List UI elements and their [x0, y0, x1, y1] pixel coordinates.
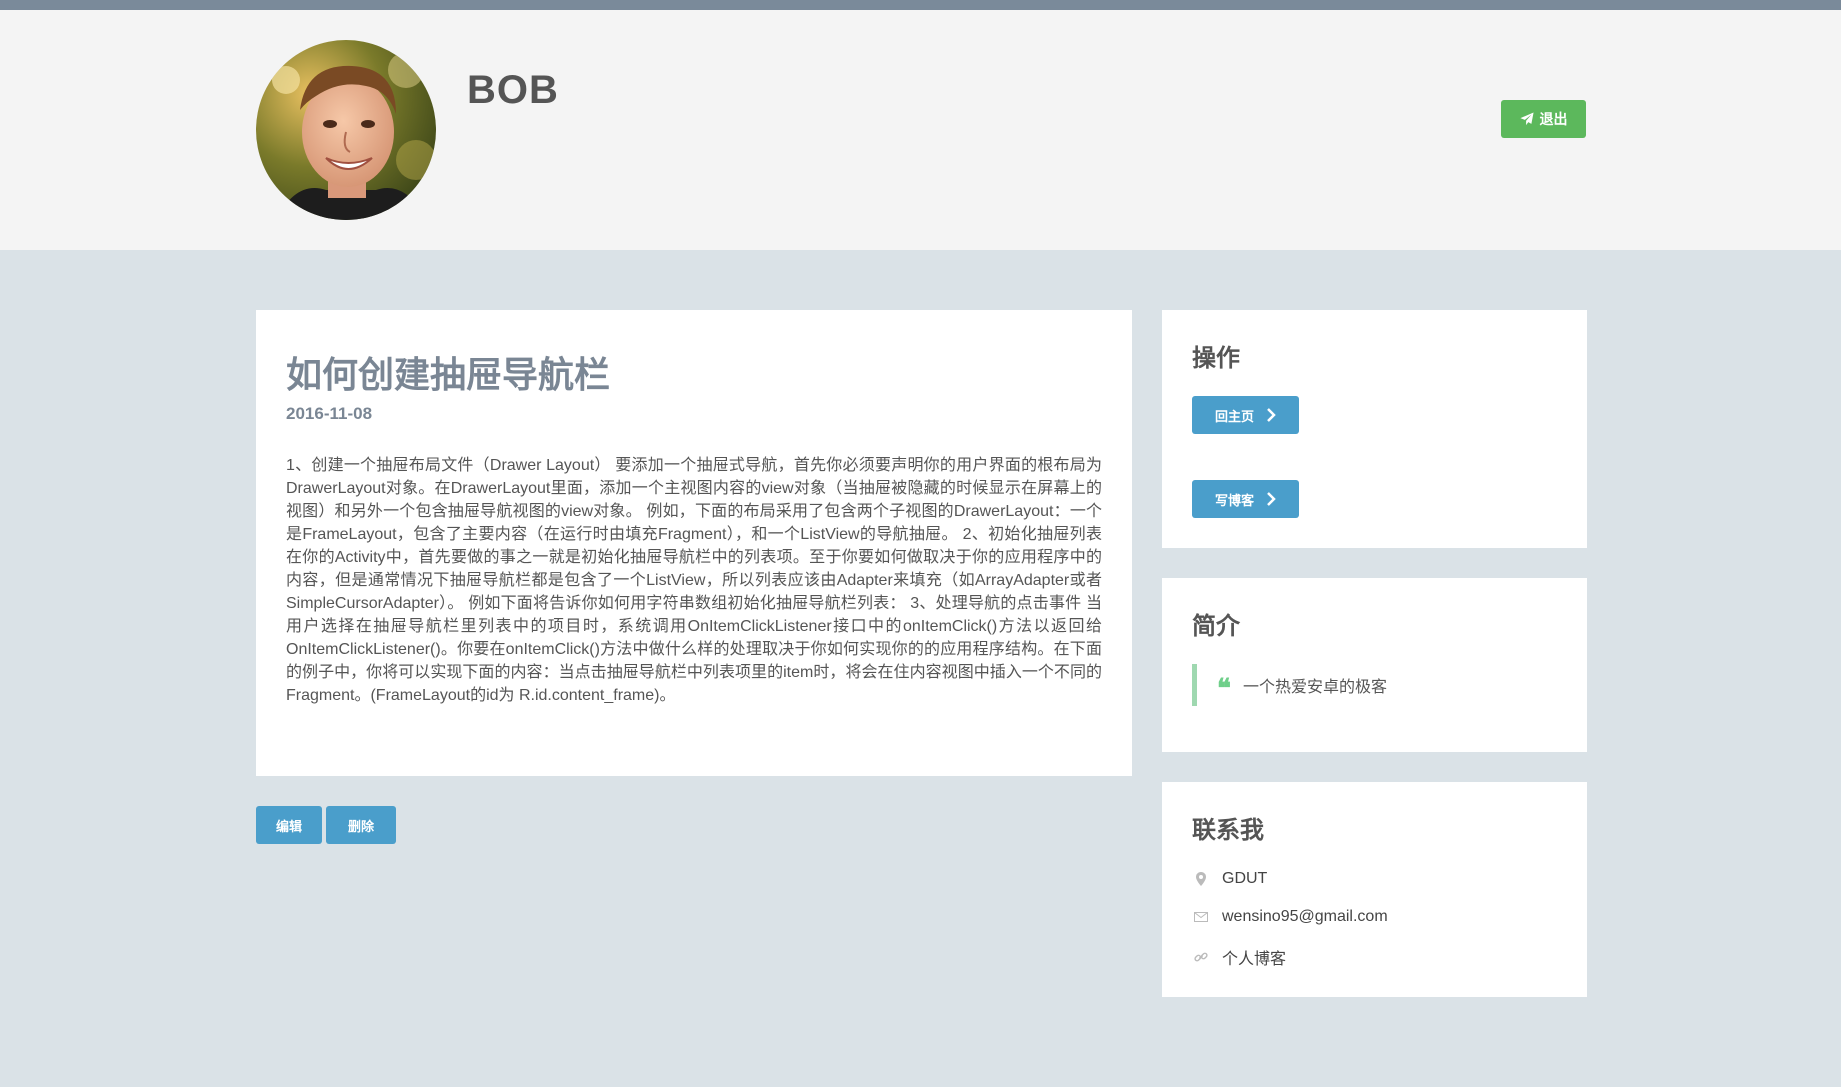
actions-title: 操作	[1192, 345, 1240, 372]
intro-title: 简介	[1192, 613, 1240, 640]
contact-location-text: GDUT	[1222, 870, 1268, 887]
profile-header: BOB 退出	[0, 10, 1841, 250]
write-blog-label: 写博客	[1214, 492, 1254, 508]
contact-email[interactable]: wensino95@gmail.com	[1192, 908, 1388, 926]
intro-quote-text: 一个热爱安卓的极客	[1243, 679, 1388, 696]
top-bar	[0, 0, 1841, 10]
chevron-right-icon	[1267, 408, 1276, 422]
edit-label: 编辑	[275, 818, 302, 834]
map-marker-icon	[1192, 872, 1210, 886]
link-icon	[1192, 950, 1210, 964]
avatar	[256, 40, 436, 220]
home-label: 回主页	[1214, 408, 1254, 424]
delete-label: 删除	[347, 818, 374, 834]
envelope-icon	[1192, 912, 1210, 922]
article-body: 1、创建一个抽屉布局文件（Drawer Layout） 要添加一个抽屉式导航，首…	[286, 457, 1102, 704]
article-card: 如何创建抽屉导航栏 2016-11-08 1、创建一个抽屉布局文件（Drawer…	[256, 310, 1132, 776]
contact-blog-text: 个人博客	[1222, 951, 1287, 968]
logout-label: 退出	[1539, 111, 1568, 127]
chevron-right-icon	[1267, 492, 1276, 506]
intro-quote: ❝ 一个热爱安卓的极客	[1192, 664, 1387, 706]
delete-button[interactable]: 删除	[326, 806, 396, 844]
contact-card: 联系我 GDUT wensino95@gmail.com 个人博客	[1162, 782, 1587, 997]
edit-button[interactable]: 编辑	[256, 806, 322, 844]
contact-location: GDUT	[1192, 870, 1267, 888]
contact-title: 联系我	[1192, 817, 1264, 844]
contact-email-text: wensino95@gmail.com	[1222, 908, 1388, 925]
quote-icon: ❝	[1217, 674, 1231, 704]
intro-card: 简介 ❝ 一个热爱安卓的极客	[1162, 578, 1587, 752]
article-title: 如何创建抽屉导航栏	[286, 354, 611, 395]
article-date: 2016-11-08	[286, 404, 373, 423]
username: BOB	[467, 68, 559, 112]
write-blog-button[interactable]: 写博客	[1192, 480, 1299, 518]
logout-button[interactable]: 退出	[1501, 100, 1586, 138]
actions-card: 操作 回主页 写博客	[1162, 310, 1587, 548]
contact-blog-link[interactable]: 个人博客	[1192, 945, 1286, 969]
home-button[interactable]: 回主页	[1192, 396, 1299, 434]
paper-plane-icon	[1519, 112, 1534, 126]
